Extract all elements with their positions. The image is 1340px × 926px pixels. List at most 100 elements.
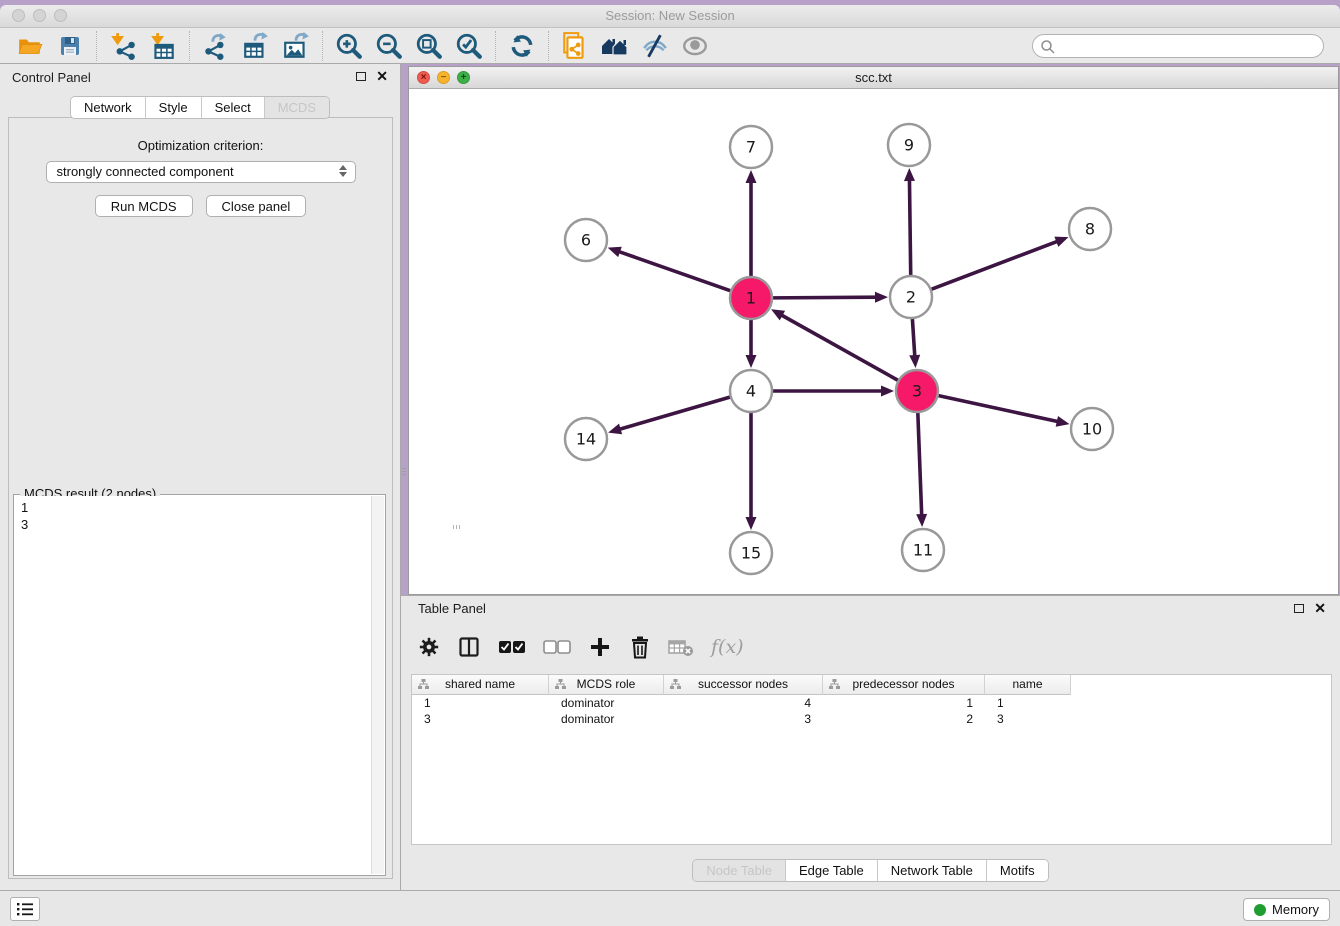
graph-edge-1-6[interactable]: [618, 251, 730, 290]
table-row[interactable]: 3dominator323: [412, 711, 1331, 727]
close-panel-button[interactable]: Close panel: [206, 195, 307, 217]
column-header-name[interactable]: name: [985, 675, 1071, 695]
export-network-button[interactable]: [196, 30, 236, 62]
clone-network-button[interactable]: [555, 30, 595, 62]
close-table-panel-icon[interactable]: ✕: [1314, 603, 1326, 613]
export-table-button[interactable]: [236, 30, 276, 62]
eye-icon: [681, 33, 709, 59]
column-header-MCDS-role[interactable]: MCDS role: [549, 675, 664, 695]
table-tab-node-table[interactable]: Node Table: [693, 860, 786, 881]
graph-edge-2-9[interactable]: [909, 179, 910, 275]
graph-edge-arrowhead: [608, 424, 622, 435]
zoom-selected-button[interactable]: [449, 30, 489, 62]
cell-successor-nodes[interactable]: 4: [664, 695, 823, 711]
table-tab-motifs[interactable]: Motifs: [987, 860, 1048, 881]
zoom-in-button[interactable]: [329, 30, 369, 62]
mcds-result-group: MCDS result (2 nodes) 1 3: [13, 494, 386, 876]
mcds-result-list[interactable]: 1 3: [15, 496, 371, 874]
table-panel: Table Panel ✕: [401, 595, 1340, 890]
cell-shared-name[interactable]: 3: [412, 711, 549, 727]
hide-selected-button[interactable]: [635, 30, 675, 62]
apply-layout-button[interactable]: [502, 30, 542, 62]
control-tab-style[interactable]: Style: [146, 97, 202, 118]
column-label: predecessor nodes: [852, 677, 954, 691]
app-window: Session: New Session: [0, 0, 1340, 926]
toolbar-separator: [96, 31, 97, 61]
import-network-button[interactable]: [103, 30, 143, 62]
column-header-predecessor-nodes[interactable]: predecessor nodes: [823, 675, 985, 695]
control-tab-mcds[interactable]: MCDS: [265, 97, 329, 118]
cell-successor-nodes[interactable]: 3: [664, 711, 823, 727]
zoom-fit-icon: [415, 32, 443, 60]
result-scrollbar[interactable]: [371, 496, 384, 874]
deselect-all-rows-button[interactable]: [543, 639, 571, 655]
column-label: MCDS role: [577, 677, 636, 691]
control-panel: Control Panel ✕ NetworkStyleSelectMCDS O…: [0, 64, 401, 890]
network-window-titlebar[interactable]: × − + scc.txt: [409, 67, 1338, 89]
home-icon: [600, 33, 630, 59]
control-tab-select[interactable]: Select: [202, 97, 265, 118]
criterion-select[interactable]: strongly connected component: [46, 161, 356, 183]
table-row[interactable]: 1dominator411: [412, 695, 1331, 711]
cell-name[interactable]: 1: [985, 695, 1071, 711]
trash-icon: [629, 635, 651, 659]
float-table-panel-icon[interactable]: [1294, 604, 1304, 613]
cell-name[interactable]: 3: [985, 711, 1071, 727]
graph-edge-3-1[interactable]: [781, 315, 898, 381]
memory-status-icon: [1254, 904, 1266, 916]
graph-edge-3-11[interactable]: [918, 413, 922, 516]
network-canvas[interactable]: 7968124314101511: [409, 89, 1338, 594]
table-tab-network-table[interactable]: Network Table: [878, 860, 987, 881]
export-image-button[interactable]: [276, 30, 316, 62]
zoom-fit-button[interactable]: [409, 30, 449, 62]
cell-shared-name[interactable]: 1: [412, 695, 549, 711]
show-all-button[interactable]: [595, 30, 635, 62]
import-table-button[interactable]: [143, 30, 183, 62]
cell-predecessor-nodes[interactable]: 1: [823, 695, 985, 711]
table-tab-edge-table[interactable]: Edge Table: [786, 860, 878, 881]
unchecked-boxes-icon: [543, 639, 571, 655]
toolbar-separator: [322, 31, 323, 61]
graph-edge-2-3[interactable]: [912, 319, 914, 357]
apply-function-button[interactable]: f(x): [711, 636, 744, 658]
graph-edge-1-2[interactable]: [773, 297, 877, 298]
panel-splitter-handle[interactable]: [401, 462, 407, 480]
view-splitter-handle[interactable]: [448, 525, 464, 529]
graph-node-label-14: 14: [576, 430, 596, 449]
close-panel-icon[interactable]: ✕: [376, 71, 388, 81]
select-all-rows-button[interactable]: [498, 639, 526, 655]
search-input[interactable]: [1059, 36, 1315, 56]
save-session-button[interactable]: [50, 30, 90, 62]
control-tab-network[interactable]: Network: [71, 97, 146, 118]
graph-edge-arrowhead: [875, 292, 888, 303]
plus-icon: [588, 635, 612, 659]
cell-MCDS-role[interactable]: dominator: [549, 711, 664, 727]
memory-button[interactable]: Memory: [1243, 898, 1330, 921]
open-file-button[interactable]: [10, 30, 50, 62]
column-header-successor-nodes[interactable]: successor nodes: [664, 675, 823, 695]
graph-edge-4-14[interactable]: [619, 397, 730, 429]
table-settings-button[interactable]: [418, 636, 440, 658]
network-graph[interactable]: 7968124314101511: [409, 89, 1338, 594]
graph-node-label-2: 2: [906, 288, 916, 307]
cell-predecessor-nodes[interactable]: 2: [823, 711, 985, 727]
import-network-icon: [109, 32, 137, 60]
graph-edge-3-10[interactable]: [938, 396, 1058, 422]
float-panel-icon[interactable]: [356, 72, 366, 81]
table-body: 1dominator4113dominator323: [412, 695, 1331, 727]
column-tree-icon: [418, 679, 429, 690]
show-column-panel-button[interactable]: [457, 635, 481, 659]
show-hidden-button[interactable]: [675, 30, 715, 62]
task-history-button[interactable]: [10, 897, 40, 921]
add-row-button[interactable]: [588, 635, 612, 659]
column-tree-icon: [670, 679, 681, 690]
delete-row-button[interactable]: [629, 635, 651, 659]
graph-edge-arrowhead: [881, 386, 894, 397]
main-toolbar: [0, 28, 1340, 64]
graph-edge-2-8[interactable]: [932, 241, 1059, 289]
zoom-out-button[interactable]: [369, 30, 409, 62]
column-header-shared-name[interactable]: shared name: [412, 675, 549, 695]
run-mcds-button[interactable]: Run MCDS: [95, 195, 193, 217]
cell-MCDS-role[interactable]: dominator: [549, 695, 664, 711]
delete-table-button[interactable]: [668, 637, 694, 657]
